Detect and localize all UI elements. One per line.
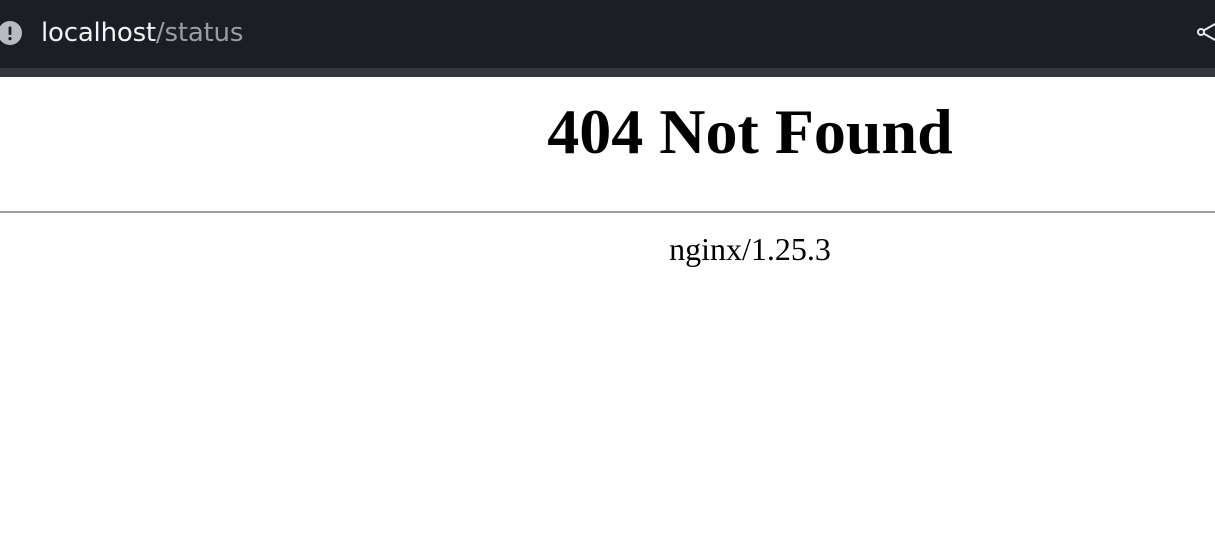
server-signature: nginx/1.25.3 — [669, 231, 831, 267]
address-bar[interactable]: localhost/status — [41, 14, 243, 52]
url-path: /status — [155, 18, 244, 48]
share-icon[interactable] — [1196, 20, 1215, 44]
url-host: localhost — [41, 18, 156, 48]
toolbar-divider — [0, 68, 1215, 77]
horizontal-rule — [0, 211, 1215, 213]
browser-toolbar: localhost/status — [0, 0, 1215, 68]
info-icon[interactable] — [0, 21, 22, 45]
page-content: 404 Not Found nginx/1.25.3 — [0, 77, 1215, 541]
page-title: 404 Not Found — [547, 96, 953, 167]
